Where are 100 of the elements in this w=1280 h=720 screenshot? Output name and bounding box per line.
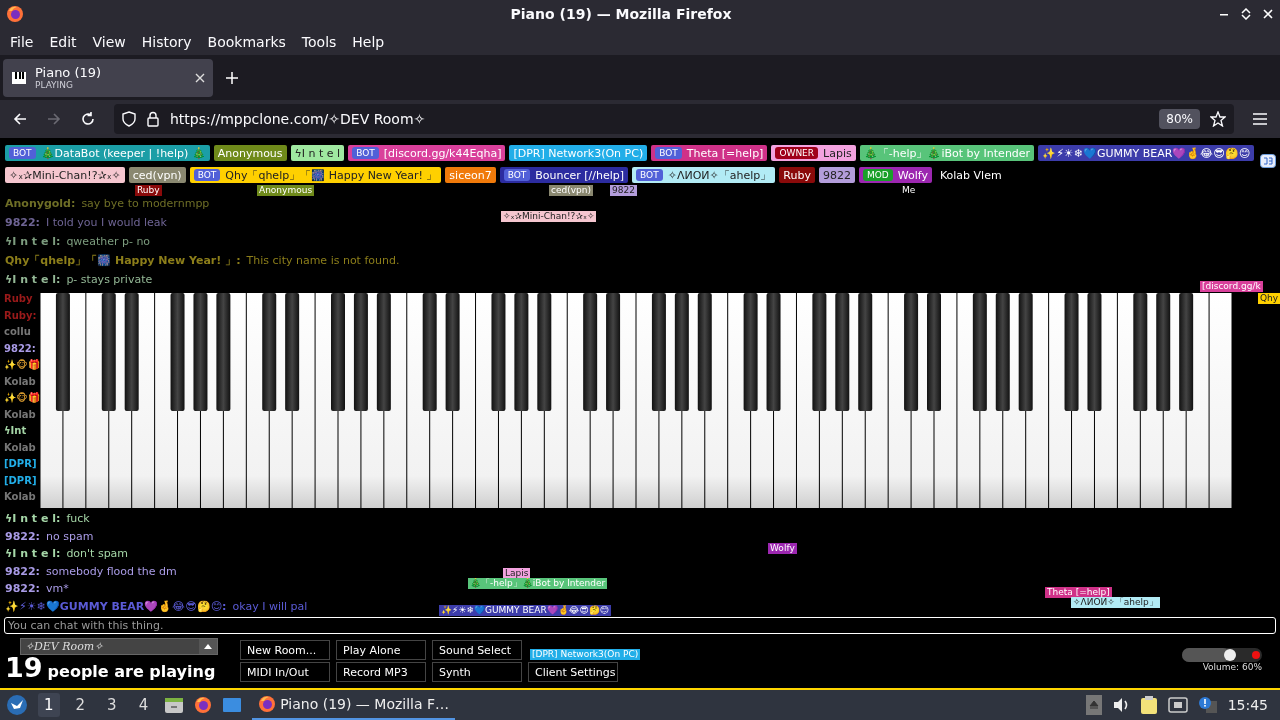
user-tag[interactable]: ϟI n t e l bbox=[290, 145, 345, 161]
menu-icon[interactable] bbox=[1252, 112, 1268, 126]
menu-button[interactable]: Client Settings bbox=[528, 662, 618, 682]
piano-keyboard-drawing[interactable] bbox=[40, 293, 1232, 508]
user-tag[interactable]: BOT Theta [=help] bbox=[651, 145, 768, 161]
user-tag[interactable]: ✧ₓ✰Mini-Chan!?✰ₓ✧ bbox=[5, 167, 125, 183]
tab-status: PLAYING bbox=[35, 80, 74, 90]
chat-input[interactable]: You can chat with this thing. bbox=[4, 617, 1276, 634]
user-tag[interactable]: BOT 🎄DataBot (keeper | !help) 🎄 bbox=[5, 145, 210, 161]
window-title: Piano (19) — Mozilla Firefox bbox=[509, 6, 733, 22]
eject-icon[interactable] bbox=[1085, 695, 1102, 715]
user-name: ✧ₓ✰Mini-Chan!?✰ₓ✧ bbox=[9, 168, 121, 182]
menu-item[interactable]: Tools bbox=[293, 30, 345, 53]
user-name: siceon7 bbox=[449, 168, 492, 182]
menu-item[interactable]: Help bbox=[344, 30, 393, 53]
chat-username: 9822: bbox=[5, 529, 40, 543]
notification-icon[interactable] bbox=[1197, 696, 1218, 714]
workspace-button[interactable]: 2 bbox=[69, 693, 92, 717]
menu-item[interactable]: File bbox=[2, 30, 42, 53]
cursor-name-tag: Theta [=help] bbox=[1045, 587, 1112, 598]
menu-item[interactable]: Edit bbox=[41, 30, 85, 53]
chat-message-text: p- stays private bbox=[66, 273, 153, 286]
menu-button[interactable]: Play Alone bbox=[336, 640, 426, 660]
player-count-label: people are playing bbox=[47, 662, 216, 681]
user-badge: BOT bbox=[655, 147, 682, 159]
chat-username: ϟI n t e l: bbox=[5, 235, 61, 248]
user-tag[interactable]: ✨⚡☀❄💙GUMMY BEAR💜🤞😂😎🤔😊 bbox=[1038, 145, 1255, 161]
chat-username: Anonygold: bbox=[5, 197, 76, 210]
user-tag[interactable]: BOT Bouncer [//help] bbox=[499, 167, 629, 183]
user-tag[interactable]: MOD Wolfy bbox=[858, 167, 932, 183]
chat-message-text: say bye to modernmpp bbox=[81, 197, 210, 210]
menu-item[interactable]: History bbox=[133, 30, 200, 53]
browser-tab[interactable]: Piano (19) PLAYING bbox=[3, 58, 213, 97]
user-badge: MOD bbox=[862, 169, 893, 181]
chat-message-text: no spam bbox=[46, 529, 94, 543]
address-bar[interactable]: https://mppclone.com/✧DEV Room✧ 80% bbox=[114, 104, 1234, 134]
chat-username: Qhy「qhelp」「🎆 Happy New Year! 」: bbox=[5, 253, 241, 268]
cursor-name-tag: [DPR] Network3(On PC) bbox=[530, 649, 641, 660]
reload-icon[interactable] bbox=[80, 111, 96, 127]
cursor-name-tag: Wolfy bbox=[768, 543, 797, 554]
workspace-button[interactable]: 3 bbox=[101, 693, 123, 717]
chat-username: ✨⚡☀❄💙GUMMY BEAR💜🤞😂😎🤔😊: bbox=[5, 599, 227, 613]
chat-message-text: I told you I would leak bbox=[46, 216, 167, 229]
speaker-icon[interactable] bbox=[1111, 696, 1130, 714]
user-tag[interactable]: Anonymous bbox=[213, 145, 287, 161]
piano-icon bbox=[11, 69, 27, 86]
user-name: Bouncer [//help] bbox=[535, 168, 625, 182]
maximize-icon[interactable] bbox=[1240, 8, 1252, 20]
workspace-button[interactable]: 4 bbox=[132, 693, 155, 717]
clipboard-icon[interactable] bbox=[1139, 695, 1158, 715]
user-tag[interactable]: BOT ✧ΛИОИ✧「ahelp」 bbox=[632, 167, 776, 183]
chat-fragment: Kolab bbox=[4, 491, 37, 504]
user-tag[interactable]: OWNER Lapis bbox=[771, 145, 856, 161]
workspace-button[interactable]: 1 bbox=[38, 693, 60, 717]
menu-button[interactable]: Sound Select bbox=[432, 640, 522, 660]
close-icon[interactable] bbox=[195, 72, 205, 83]
user-badge: BOT bbox=[352, 147, 379, 159]
user-name: Kolab Vlem bbox=[939, 168, 1002, 182]
zoom-level[interactable]: 80% bbox=[1159, 109, 1200, 129]
user-tag[interactable]: Ruby bbox=[779, 167, 815, 183]
menu-item[interactable]: Bookmarks bbox=[199, 30, 294, 53]
chat-fragment: Ruby: bbox=[4, 309, 38, 323]
chat-fragment: ✨🐵🎁 bbox=[4, 359, 40, 372]
user-tag[interactable]: 9822 bbox=[818, 167, 855, 183]
file-cabinet-icon[interactable] bbox=[164, 696, 185, 714]
cursor-name-tag: [discord.gg/k bbox=[1200, 281, 1263, 292]
menu-button[interactable]: Synth bbox=[432, 662, 522, 682]
user-tag[interactable]: BOT Qhy「qhelp」「🎆 Happy New Year! 」 bbox=[189, 167, 442, 183]
chat-fragment: Kolab bbox=[4, 441, 37, 455]
user-tag[interactable]: BOT [discord.gg/k44Eqha] bbox=[348, 145, 506, 161]
user-badge: BOT bbox=[503, 169, 531, 181]
menu-button[interactable]: New Room... bbox=[240, 640, 330, 660]
cursor-name-tag: ✧ΛИОИ✧「ahelp」 bbox=[1071, 597, 1160, 608]
cursor-name-tag: 9822 bbox=[610, 185, 637, 196]
menu-button[interactable]: MIDI In/Out bbox=[240, 662, 330, 682]
volume-knob[interactable] bbox=[1224, 649, 1236, 661]
menu-button[interactable]: Record MP3 bbox=[336, 662, 426, 682]
user-name: Anonymous bbox=[217, 146, 283, 160]
menu-item[interactable]: View bbox=[84, 30, 134, 53]
chat-username: ϟI n t e l: bbox=[5, 512, 61, 526]
chat-message-text: vm* bbox=[46, 582, 69, 596]
user-badge: BOT bbox=[9, 147, 36, 159]
user-name: Qhy「qhelp」「🎆 Happy New Year! 」 bbox=[225, 167, 438, 183]
plus-icon[interactable] bbox=[225, 70, 239, 85]
cursor-name-tag: ced(vpn) bbox=[549, 185, 593, 196]
star-icon[interactable] bbox=[1210, 111, 1226, 127]
cursor-name-tag: ✨⚡☀❄💙GUMMY BEAR💜🤞😂😎🤔😊 bbox=[439, 605, 611, 616]
user-tag[interactable]: Kolab Vlem bbox=[935, 167, 1006, 183]
room-select[interactable]: ✧DEV Room✧ bbox=[20, 638, 218, 655]
user-name: ϟI n t e l bbox=[294, 146, 341, 160]
user-tag[interactable]: ced(vpn) bbox=[128, 167, 186, 183]
firefox-icon bbox=[194, 696, 213, 714]
taskbar-window-button[interactable]: Piano (19) — Mozilla F… bbox=[252, 690, 456, 720]
chat-message-text: okay I will pal bbox=[232, 599, 308, 613]
window-icon[interactable] bbox=[222, 696, 243, 714]
back-arrow-icon[interactable] bbox=[12, 111, 28, 127]
shield-icon bbox=[122, 111, 136, 127]
cursor-name-tag: Me bbox=[900, 185, 918, 196]
user-badge: OWNER bbox=[775, 147, 819, 159]
box-icon[interactable] bbox=[1260, 154, 1276, 168]
